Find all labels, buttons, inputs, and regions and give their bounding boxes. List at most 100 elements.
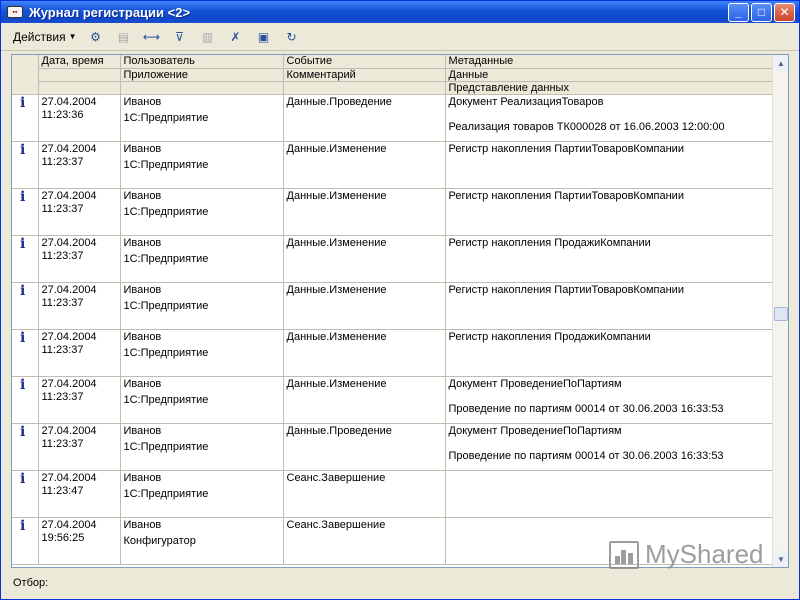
dropdown-arrow-icon: ▼: [68, 32, 77, 41]
log-table[interactable]: Дата, время Пользователь Событие Метадан…: [11, 54, 789, 568]
cell-event: Данные.Изменение: [286, 283, 387, 296]
cell-application: 1С:Предприятие: [123, 440, 209, 453]
info-icon: i: [20, 517, 26, 534]
column-header-datetime[interactable]: Дата, время: [38, 55, 121, 69]
cell-metadata: Регистр накопления ПродажиКомпании: [448, 236, 651, 249]
filter-label: Отбор:: [13, 577, 49, 589]
cell-time: 11:23:37: [41, 390, 84, 403]
interval-icon[interactable]: ⟷: [141, 27, 163, 47]
cell-metadata: Документ ПроведениеПоПартиям: [448, 424, 622, 437]
scroll-up-icon[interactable]: ▲: [773, 55, 788, 71]
cell-application: 1С:Предприятие: [123, 252, 209, 265]
watermark: MyShared: [609, 539, 764, 570]
cell-time: 11:23:37: [41, 155, 84, 168]
info-icon: i: [20, 141, 26, 158]
cell-time: 11:23:37: [41, 202, 84, 215]
column-header-metadata[interactable]: Метаданные: [445, 55, 775, 69]
cell-date: 27.04.2004: [41, 330, 97, 343]
scroll-thumb[interactable]: [774, 307, 788, 321]
filter-by-value-icon[interactable]: ▥: [197, 27, 219, 47]
cell-time: 19:56:25: [41, 531, 85, 544]
table-row[interactable]: i 27.04.2004 11:23:47 Иванов 1С:Предприяти…: [12, 470, 775, 518]
actions-label: Действия: [13, 29, 66, 44]
column-header-empty: [120, 81, 284, 95]
info-icon: i: [20, 282, 26, 299]
settings-icon[interactable]: ⚙: [85, 27, 107, 47]
cell-application: 1С:Предприятие: [123, 158, 209, 171]
copy-icon[interactable]: ▤: [113, 27, 135, 47]
cell-application: 1С:Предприятие: [123, 299, 209, 312]
table-row[interactable]: i 27.04.2004 11:23:37 Иванов 1С:Предприяти…: [12, 235, 775, 283]
cell-metadata: Регистр накопления ПартииТоваровКомпании: [448, 142, 684, 155]
cell-date: 27.04.2004: [41, 377, 97, 390]
table-row[interactable]: i 27.04.2004 11:23:37 Иванов 1С:Предприяти…: [12, 141, 775, 189]
cell-date: 27.04.2004: [41, 283, 97, 296]
column-header-empty: [283, 81, 446, 95]
cell-event: Сеанс.Завершение: [286, 471, 386, 484]
maximize-button[interactable]: □: [751, 2, 772, 22]
cell-date: 27.04.2004: [41, 189, 97, 202]
refresh-icon[interactable]: ↻: [281, 27, 303, 47]
cell-metadata: Регистр накопления ПродажиКомпании: [448, 330, 651, 343]
column-header-data-representation[interactable]: Представление данных: [445, 81, 775, 95]
cell-data-representation: Реализация товаров ТК000028 от 16.06.200…: [448, 120, 725, 133]
cell-user: Иванов: [123, 330, 162, 343]
cell-time: 11:23:47: [41, 484, 84, 497]
column-header-event[interactable]: Событие: [283, 55, 446, 69]
table-row[interactable]: i 27.04.2004 11:23:37 Иванов 1С:Предприяти…: [12, 423, 775, 471]
header-row-3: Представление данных: [12, 81, 775, 95]
minimize-button[interactable]: _: [728, 2, 749, 22]
cell-user: Иванов: [123, 236, 162, 249]
cell-event: Данные.Изменение: [286, 377, 387, 390]
info-icon: i: [20, 470, 26, 487]
cell-user: Иванов: [123, 142, 162, 155]
table-row[interactable]: i 27.04.2004 11:23:37 Иванов 1С:Предприяти…: [12, 188, 775, 236]
cell-metadata: Документ ПроведениеПоПартиям: [448, 377, 622, 390]
table-row[interactable]: i 27.04.2004 11:23:37 Иванов 1С:Предприяти…: [12, 376, 775, 424]
table-row[interactable]: i 27.04.2004 11:23:36 Иванов 1С:Предприяти…: [12, 94, 775, 142]
info-icon: i: [20, 376, 26, 393]
cell-date: 27.04.2004: [41, 95, 97, 108]
cell-data-representation: Проведение по партиям 00014 от 30.06.200…: [448, 402, 724, 415]
info-icon: i: [20, 423, 26, 440]
toolbar: Действия ▼ ⚙ ▤ ⟷ ⊽ ▥ ✗ ▣ ↻: [1, 23, 799, 51]
app-icon: ▪▪: [7, 6, 23, 18]
filter-icon[interactable]: ⊽: [169, 27, 191, 47]
cell-metadata: Документ РеализацияТоваров: [448, 95, 604, 108]
column-header-empty: [38, 81, 121, 95]
cell-user: Иванов: [123, 377, 162, 390]
actions-menu-button[interactable]: Действия ▼: [13, 30, 77, 44]
cell-application: 1С:Предприятие: [123, 205, 209, 218]
close-button[interactable]: ✕: [774, 2, 795, 22]
column-header-application[interactable]: Приложение: [120, 68, 284, 82]
cell-event: Данные.Проведение: [286, 424, 392, 437]
cell-time: 11:23:37: [41, 343, 84, 356]
title-bar[interactable]: ▪▪ Журнал регистрации <2> _ □ ✕: [1, 1, 799, 23]
cell-date: 27.04.2004: [41, 471, 97, 484]
column-header-user[interactable]: Пользователь: [120, 55, 284, 69]
journal-window: ▪▪ Журнал регистрации <2> _ □ ✕ Действия…: [0, 0, 800, 600]
vertical-scrollbar[interactable]: ▲ ▼: [772, 55, 788, 567]
table-row[interactable]: i 27.04.2004 11:23:37 Иванов 1С:Предприяти…: [12, 329, 775, 377]
cell-event: Данные.Изменение: [286, 330, 387, 343]
cell-application: 1С:Предприятие: [123, 346, 209, 359]
scroll-down-icon[interactable]: ▼: [773, 551, 788, 567]
info-icon: i: [20, 94, 26, 111]
cell-metadata: Регистр накопления ПартииТоваровКомпании: [448, 189, 684, 202]
column-header-comment[interactable]: Комментарий: [283, 68, 446, 82]
table-row[interactable]: i 27.04.2004 11:23:37 Иванов 1С:Предприяти…: [12, 282, 775, 330]
open-data-icon[interactable]: ▣: [253, 27, 275, 47]
cell-metadata: Регистр накопления ПартииТоваровКомпании: [448, 283, 684, 296]
column-header-data[interactable]: Данные: [445, 68, 775, 82]
cell-event: Данные.Изменение: [286, 189, 387, 202]
header-row-1: Дата, время Пользователь Событие Метадан…: [12, 55, 775, 95]
cell-application: 1С:Предприятие: [123, 393, 209, 406]
info-icon: i: [20, 329, 26, 346]
cell-date: 27.04.2004: [41, 518, 97, 531]
cell-date: 27.04.2004: [41, 424, 97, 437]
cell-user: Иванов: [123, 95, 162, 108]
header-row-2: Приложение Комментарий Данные: [12, 68, 775, 82]
cell-user: Иванов: [123, 471, 162, 484]
cell-event: Данные.Проведение: [286, 95, 392, 108]
clear-filter-icon[interactable]: ✗: [225, 27, 247, 47]
